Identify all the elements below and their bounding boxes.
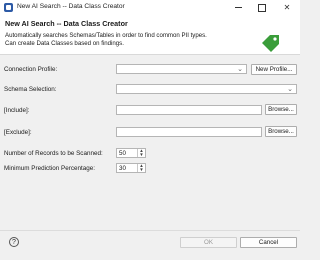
maximize-icon: [258, 3, 266, 12]
stepper-buttons: ▲ ▼: [137, 148, 145, 157]
prediction-value[interactable]: 30: [119, 164, 126, 173]
maximize-button[interactable]: [251, 0, 273, 15]
spin-down-icon[interactable]: ▼: [138, 167, 145, 172]
connection-profile-combo[interactable]: ⌄: [116, 64, 247, 74]
include-input[interactable]: [116, 105, 262, 115]
records-label: Number of Records to be Scanned:: [4, 150, 103, 157]
exclude-label: [Exclude]:: [4, 129, 32, 136]
include-browse-button[interactable]: Browse...: [265, 104, 297, 115]
records-value[interactable]: 50: [119, 149, 126, 158]
connection-profile-label: Connection Profile:: [4, 66, 58, 73]
stepper-buttons: ▲ ▼: [137, 163, 145, 172]
include-label: [Include]:: [4, 107, 30, 114]
description-line-1: Automatically searches Schemas/Tables in…: [5, 32, 207, 39]
chevron-down-icon: ⌄: [287, 86, 293, 93]
records-stepper[interactable]: 50 ▲ ▼: [116, 148, 146, 158]
schema-selection-label: Schema Selection:: [4, 86, 57, 93]
page-description: Automatically searches Schemas/Tables in…: [5, 32, 245, 48]
description-line-2: Can create Data Classes based on finding…: [5, 40, 124, 47]
page-title: New AI Search -- Data Class Creator: [5, 19, 128, 28]
spin-down-icon[interactable]: ▼: [138, 152, 145, 157]
window-title: New AI Search -- Data Class Creator: [17, 3, 125, 10]
title-bar: New AI Search -- Data Class Creator ✕: [0, 0, 300, 16]
minimize-icon: [234, 7, 242, 9]
wizard-header: New AI Search -- Data Class Creator Auto…: [0, 15, 300, 55]
ok-button[interactable]: OK: [180, 237, 237, 248]
close-button[interactable]: ✕: [276, 0, 298, 15]
exclude-browse-button[interactable]: Browse...: [265, 126, 297, 137]
new-profile-button[interactable]: New Profile...: [251, 64, 297, 75]
prediction-stepper[interactable]: 30 ▲ ▼: [116, 163, 146, 173]
help-icon[interactable]: ?: [9, 237, 19, 247]
footer-divider: [0, 230, 300, 231]
app-icon: [4, 3, 13, 12]
prediction-label: Minimum Prediction Percentage:: [4, 165, 95, 172]
chevron-down-icon: ⌄: [237, 66, 243, 73]
cancel-button[interactable]: Cancel: [240, 237, 297, 248]
schema-selection-combo[interactable]: ⌄: [116, 84, 297, 94]
minimize-button[interactable]: [227, 0, 249, 15]
tag-icon: [262, 35, 279, 52]
exclude-input[interactable]: [116, 127, 262, 137]
